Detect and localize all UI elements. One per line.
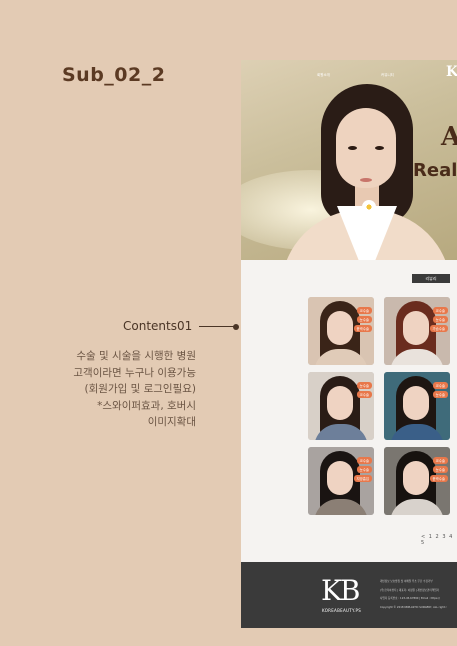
procedure-tag: 코수술 <box>432 307 448 314</box>
procedure-tag: 눈수술 <box>432 391 448 398</box>
card-tag-list: 눈수술코수술 <box>356 382 372 398</box>
procedure-tag: 가슴수술 <box>429 325 448 332</box>
procedure-tag: 코수술 <box>432 457 448 464</box>
page-mockup: 회원소개 커뮤니티 K A Real 리뷰리 코수술 눈수술 윤곽수술 코수술 눈수술 가… <box>241 60 457 628</box>
card-photo-face <box>403 461 429 495</box>
annotation-connector-dot <box>233 323 239 330</box>
review-card[interactable]: 코수술눈수술 <box>384 372 450 440</box>
hero-letter: A <box>441 122 457 152</box>
procedure-tag: 윤곽수술 <box>429 475 448 482</box>
footer-info-line: 개인정보 보호방침 및 이메일 주소 무단 수집거부 <box>380 580 433 583</box>
footer-info: 개인정보 보호방침 및 이메일 주소 무단 수집거부 (주)코리아뷰티 | 대표… <box>380 578 447 612</box>
nav-link[interactable]: 회원소개 <box>317 73 330 78</box>
annotation-description-line: 수술 및 시술을 시행한 병원 <box>76 350 196 362</box>
daisy-flower <box>362 200 376 214</box>
card-tag-list: 코수술눈수술지방흡입 <box>353 457 372 482</box>
model-eye <box>375 146 384 150</box>
page-title: Sub_02_2 <box>62 64 166 86</box>
hero-text: Real <box>413 160 457 181</box>
card-photo-face <box>403 311 429 345</box>
review-card[interactable]: 코수술눈수술윤곽수술 <box>384 447 450 515</box>
procedure-tag: 코수술 <box>432 382 448 389</box>
card-photo-face <box>327 386 353 420</box>
procedure-tag: 눈수술 <box>432 316 448 323</box>
card-tag-list: 코수술눈수술윤곽수술 <box>353 307 372 332</box>
procedure-tag: 눈수술 <box>356 382 372 389</box>
card-photo-face <box>327 461 353 495</box>
procedure-tag: 지방흡입 <box>353 475 372 482</box>
pagination[interactable]: < 1 2 3 4 5 <box>421 534 457 546</box>
nav-link[interactable]: 커뮤니티 <box>381 73 394 78</box>
review-card[interactable]: 눈수술코수술 <box>308 372 374 440</box>
model-face <box>336 108 396 188</box>
card-tag-list: 코수술눈수술윤곽수술 <box>429 457 448 482</box>
review-card[interactable]: 코수술눈수술가슴수술 <box>384 297 450 365</box>
annotation-description-line: *스와이퍼효과, 호버시 <box>97 399 196 412</box>
procedure-tag: 윤곽수술 <box>353 325 372 332</box>
annotation-description-line: 고객이라면 누구나 이용가능 <box>73 366 196 379</box>
card-tag-list: 코수술눈수술 <box>432 382 448 398</box>
section-tag[interactable]: 리뷰리 <box>412 274 450 283</box>
card-photo-face <box>327 311 353 345</box>
footer-info-line: 사업자 등록번호 : 123-45-67890 | Email : https:… <box>380 597 440 601</box>
annotation-description: 수술 및 시술을 시행한 병원 고객이라면 누구나 이용가능 (회원가입 및 로… <box>73 348 196 431</box>
card-photo-face <box>403 386 429 420</box>
procedure-tag: 눈수술 <box>356 316 372 323</box>
review-card[interactable]: 코수술눈수술지방흡입 <box>308 447 374 515</box>
procedure-tag: 코수술 <box>356 307 372 314</box>
hero-banner: 회원소개 커뮤니티 K A Real <box>241 60 457 260</box>
model-eye <box>348 146 357 150</box>
footer-info-line: (주)코리아뷰티 | 대표자: 이정원 | 개인정보관리책임자 <box>380 588 439 592</box>
footer-logo-subtitle: KOREABEAUTY.PS <box>322 608 362 613</box>
annotation-connector-line <box>199 326 235 327</box>
procedure-tag: 코수술 <box>356 391 372 398</box>
procedure-tag: 눈수술 <box>432 466 448 473</box>
procedure-tag: 눈수술 <box>356 466 372 473</box>
procedure-tag: 코수술 <box>356 457 372 464</box>
footer: KB KOREABEAUTY.PS 개인정보 보호방침 및 이메일 주소 무단 … <box>241 562 457 628</box>
annotation-description-line: (회원가입 및 로그인필요) <box>84 383 196 395</box>
annotation-label: Contents01 <box>123 319 193 333</box>
review-card[interactable]: 코수술눈수술윤곽수술 <box>308 297 374 365</box>
card-tag-list: 코수술눈수술가슴수술 <box>429 307 448 332</box>
footer-logo[interactable]: KB <box>321 574 360 607</box>
model-lips <box>360 178 372 182</box>
footer-info-line: Copyright © 2018 KBPLASTIC SURGERY, ALL … <box>380 605 447 609</box>
annotation-description-line: 이미지확대 <box>147 416 196 428</box>
hero-logo[interactable]: K <box>446 64 457 80</box>
